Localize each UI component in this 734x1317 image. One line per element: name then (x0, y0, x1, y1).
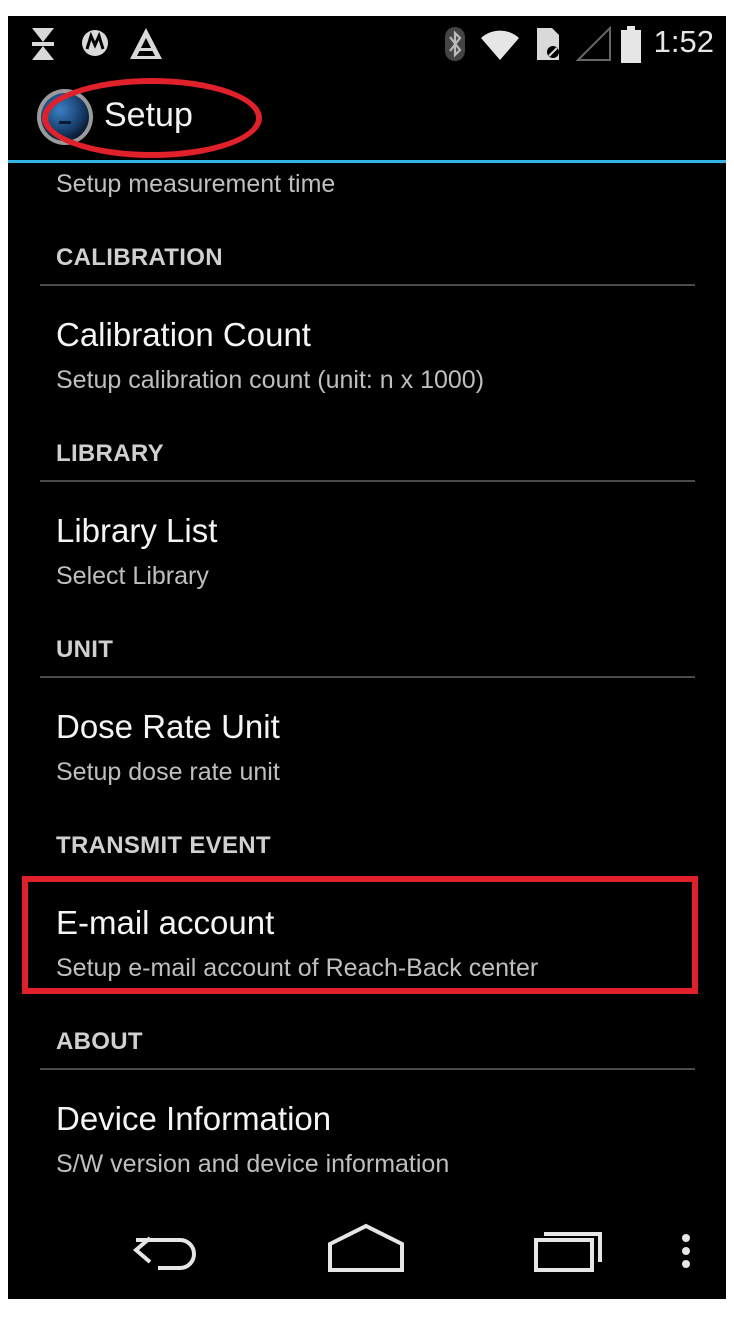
alert-icon (128, 26, 164, 67)
status-time: 1:52 (653, 24, 714, 59)
section-header-unit: UNIT (56, 636, 114, 663)
pref-item-device-information[interactable]: Device Information S/W version and devic… (8, 1090, 726, 1190)
bluetooth-icon (444, 26, 466, 67)
pref-item-title: E-mail account (56, 904, 275, 941)
app-logo-icon[interactable] (36, 88, 94, 146)
section-divider (40, 1068, 695, 1070)
battery-icon (620, 26, 642, 69)
pref-item-calibration-count[interactable]: Calibration Count Setup calibration coun… (8, 306, 726, 406)
wifi-icon (480, 26, 520, 67)
phone-screen: 1:52 Setup Setup measurement time CALIBR… (8, 16, 726, 1299)
section-divider (40, 676, 695, 678)
navigation-bar (8, 1202, 726, 1299)
page-title: Setup (104, 96, 193, 134)
action-bar-divider (8, 160, 726, 163)
pref-item-email-account[interactable]: E-mail account Setup e-mail account of R… (8, 894, 726, 994)
partial-item-summary[interactable]: Setup measurement time (56, 170, 335, 199)
pref-item-summary: Select Library (56, 562, 209, 590)
pref-item-title: Dose Rate Unit (56, 708, 280, 745)
pref-item-summary: Setup e-mail account of Reach-Back cente… (56, 954, 539, 982)
pref-item-dose-rate-unit[interactable]: Dose Rate Unit Setup dose rate unit (8, 698, 726, 798)
pref-item-title: Library List (56, 512, 218, 549)
status-bar: 1:52 (8, 16, 726, 74)
pref-item-title: Calibration Count (56, 316, 311, 353)
section-header-transmit-event: TRANSMIT EVENT (56, 832, 271, 859)
pref-item-library-list[interactable]: Library List Select Library (8, 502, 726, 602)
pref-item-title: Device Information (56, 1100, 332, 1137)
back-icon[interactable] (128, 1220, 204, 1285)
pref-item-summary: Setup calibration count (unit: n x 1000) (56, 366, 485, 394)
home-icon[interactable] (324, 1220, 408, 1285)
motorola-icon (80, 26, 110, 65)
notification-icon (30, 26, 56, 67)
signal-icon (575, 25, 612, 67)
recent-apps-icon[interactable] (530, 1220, 610, 1285)
section-header-library: LIBRARY (56, 440, 164, 467)
overflow-menu-icon[interactable] (678, 1220, 694, 1285)
sim-icon (534, 26, 562, 67)
pref-item-summary: S/W version and device information (56, 1150, 450, 1178)
pref-item-summary: Setup dose rate unit (56, 758, 280, 786)
section-divider (40, 284, 695, 286)
section-header-about: ABOUT (56, 1028, 143, 1055)
section-divider (40, 480, 695, 482)
action-bar: Setup (8, 74, 726, 160)
section-header-calibration: CALIBRATION (56, 244, 223, 271)
